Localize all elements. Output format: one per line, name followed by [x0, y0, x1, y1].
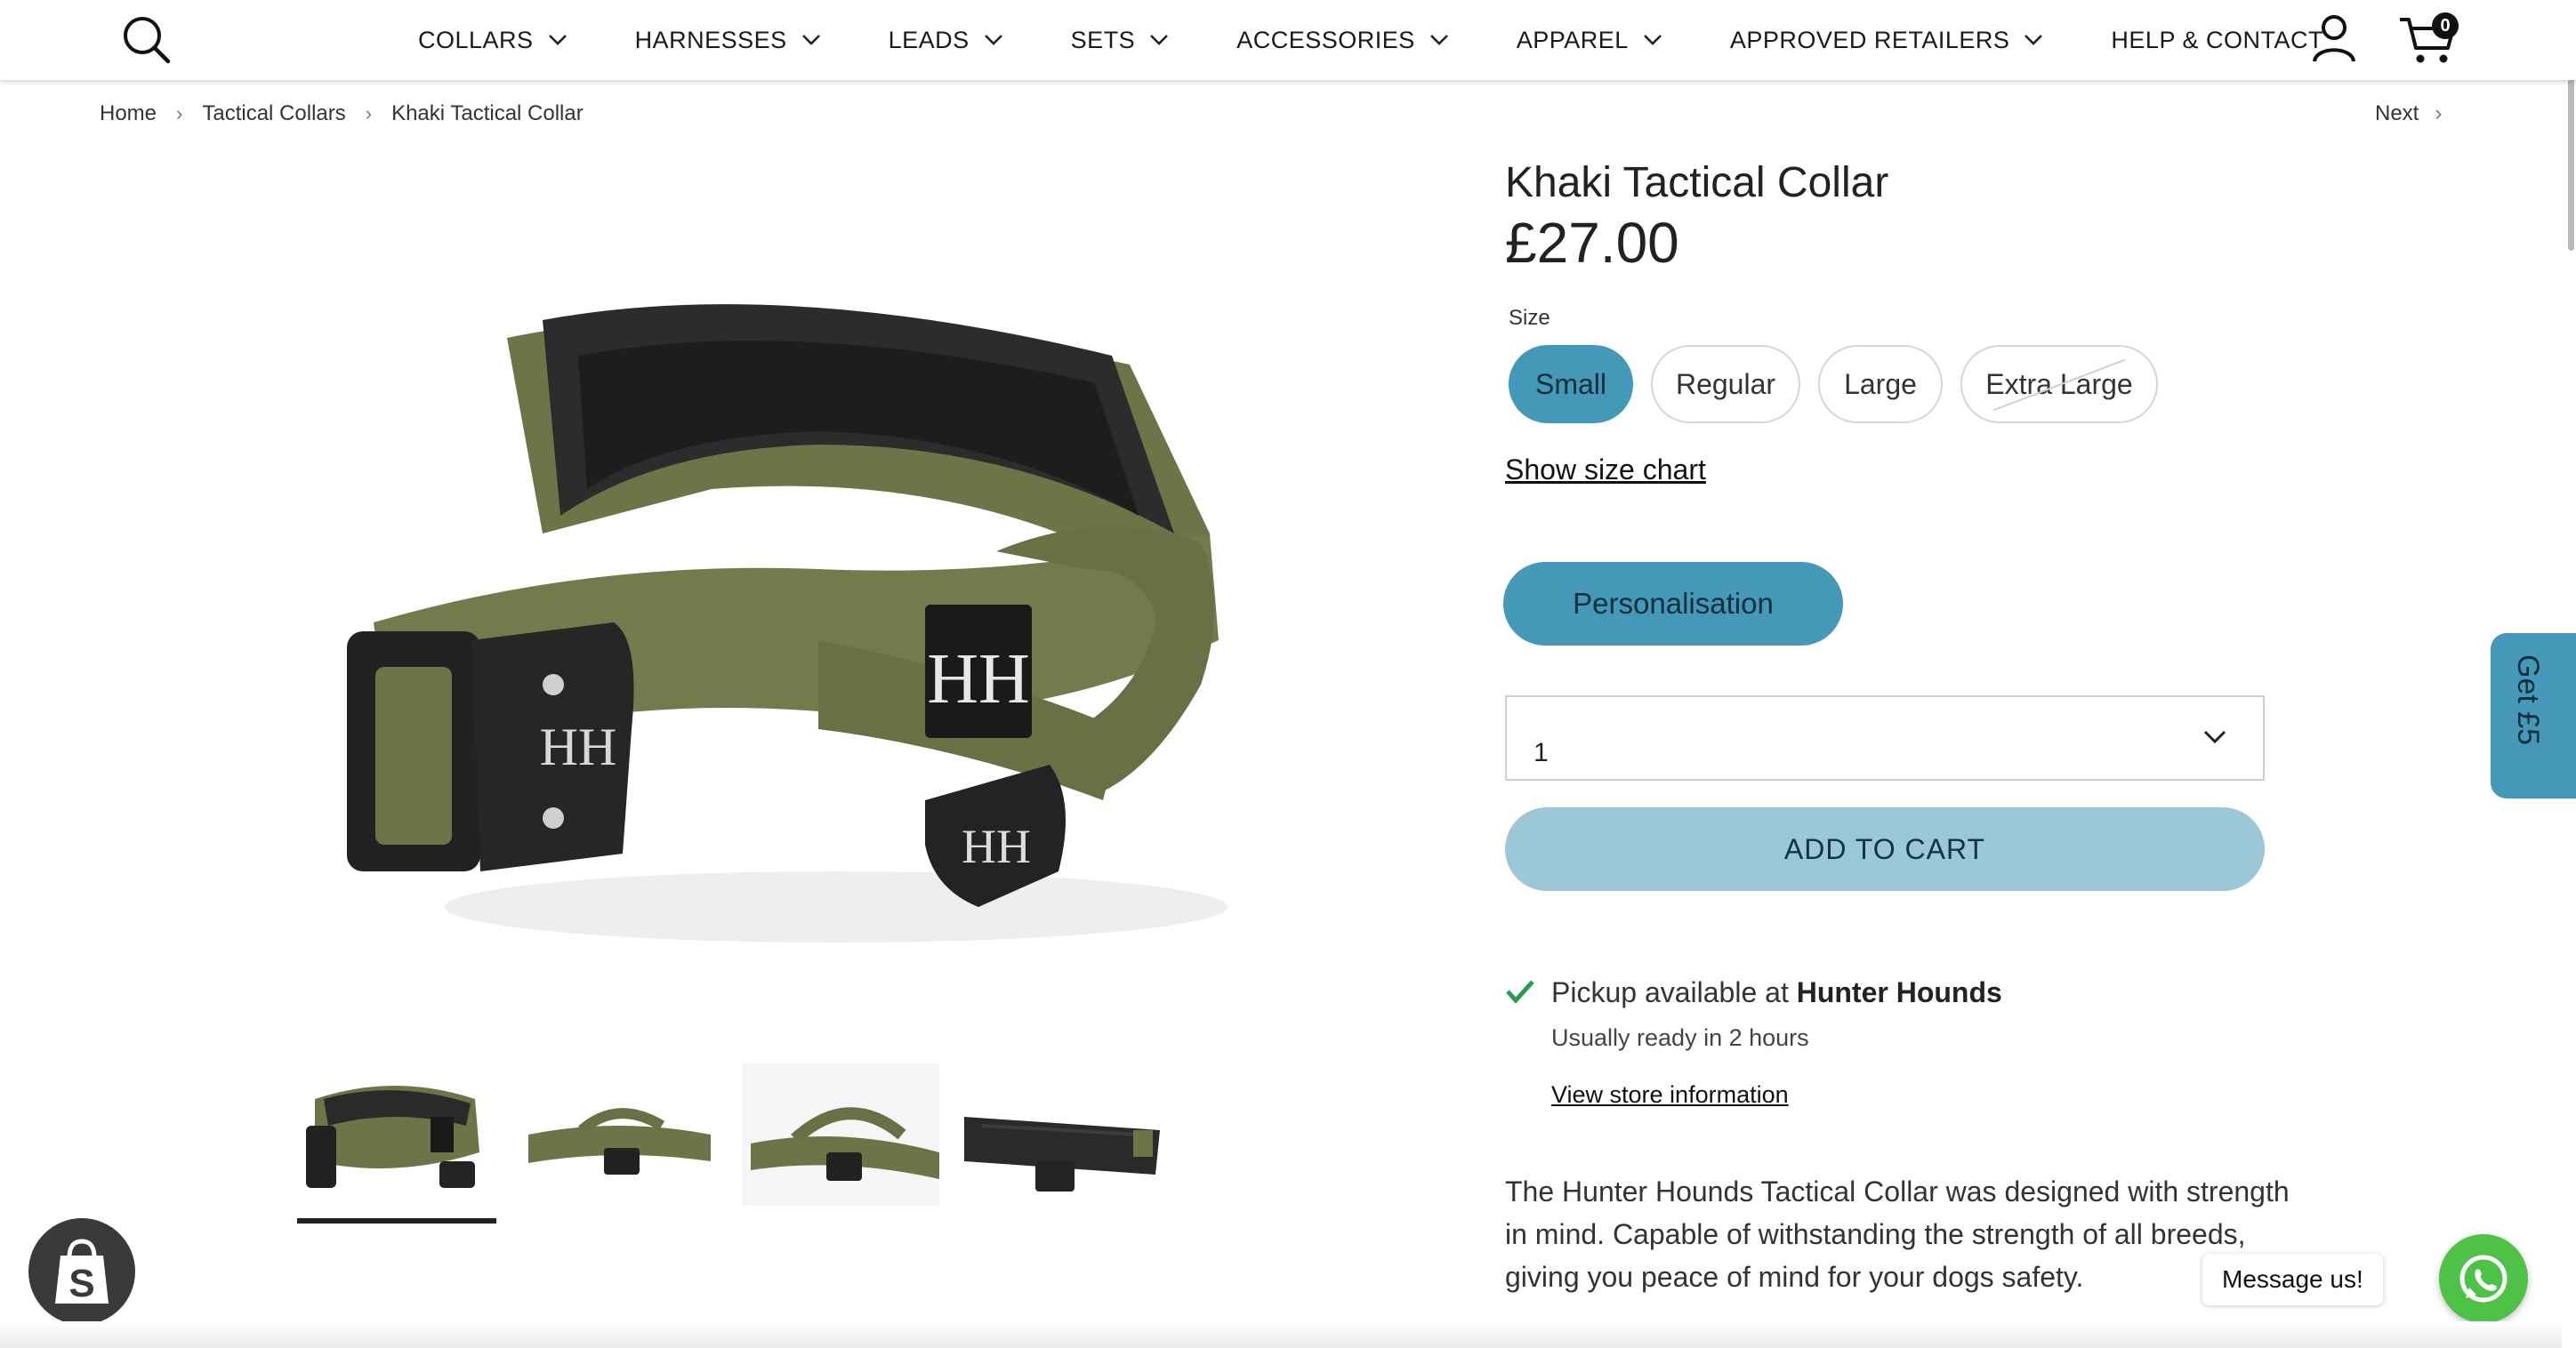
site-header: COLLARS HARNESSES LEADS SETS ACCESSORIES… [0, 0, 2576, 80]
nav-harnesses[interactable]: HARNESSES [635, 27, 821, 54]
nav-accessories[interactable]: ACCESSORIES [1236, 27, 1449, 54]
pickup-prefix: Pickup available at [1551, 976, 1797, 1008]
chevron-right-icon: › [176, 102, 183, 124]
breadcrumb-current: Khaki Tactical Collar [391, 101, 584, 125]
message-us-bubble[interactable]: Message us! [2202, 1254, 2383, 1305]
chevron-right-icon: › [365, 102, 373, 124]
breadcrumb-home[interactable]: Home [100, 101, 157, 126]
size-option-small[interactable]: Small [1509, 345, 1633, 423]
patch-logo: HH [927, 640, 1030, 718]
whatsapp-icon[interactable] [2439, 1234, 2528, 1323]
nav-help-contact[interactable]: HELP & CONTACT [2111, 27, 2323, 54]
thumbnail-4[interactable] [964, 1063, 1162, 1206]
personalisation-button[interactable]: Personalisation [1503, 562, 1843, 646]
svg-text:S: S [68, 1262, 94, 1305]
thumbnail-strip [297, 1063, 1187, 1224]
nav-label: APPROVED RETAILERS [1729, 26, 2010, 53]
size-chart-link[interactable]: Show size chart [1505, 453, 1706, 486]
lower-buckle-logo: HH [962, 820, 1031, 873]
quantity-value: 1 [1534, 738, 1549, 767]
size-option-extra-large[interactable]: Extra Large [1960, 345, 2158, 423]
thumbnail-1[interactable] [297, 1063, 496, 1224]
nav-label: APPAREL [1516, 26, 1629, 53]
get-five-pound-tab[interactable]: Get £5 [2491, 633, 2576, 798]
nav-collars[interactable]: COLLARS [418, 27, 568, 54]
pickup-ready-time: Usually ready in 2 hours [1551, 1024, 1809, 1051]
next-label: Next [2375, 101, 2419, 125]
nav-approved-retailers[interactable]: APPROVED RETAILERS [1730, 27, 2044, 54]
chevron-down-icon [548, 35, 567, 45]
breadcrumb: Home › Tactical Collars › Khaki Tactical… [100, 101, 584, 126]
nav-label: ACCESSORIES [1236, 26, 1415, 53]
breadcrumb-tactical-collars[interactable]: Tactical Collars [202, 101, 345, 126]
view-store-info-link[interactable]: View store information [1551, 1081, 1789, 1109]
main-nav: COLLARS HARNESSES LEADS SETS ACCESSORIES… [418, 0, 2323, 80]
chevron-down-icon [2203, 730, 2226, 744]
nav-label: LEADS [888, 26, 970, 53]
product-title: Khaki Tactical Collar [1505, 159, 1889, 206]
size-options: Small Regular Large Extra Large [1509, 345, 2176, 423]
chevron-right-icon: › [2435, 101, 2443, 125]
quantity-select[interactable]: 1 [1505, 695, 2265, 781]
pickup-availability: Pickup available at Hunter Hounds [1551, 976, 2002, 1009]
add-to-cart-button[interactable]: ADD TO CART [1505, 807, 2265, 891]
nav-apparel[interactable]: APPAREL [1517, 27, 1662, 54]
chevron-down-icon [984, 35, 1002, 45]
product-main-image[interactable]: HH HH HH [320, 267, 1388, 1031]
cart-count-badge: 0 [2432, 12, 2459, 39]
chevron-down-icon [1643, 35, 1662, 45]
nav-label: COLLARS [418, 26, 534, 53]
nav-label: HARNESSES [634, 26, 787, 53]
account-icon[interactable] [2311, 12, 2357, 64]
nav-leads[interactable]: LEADS [889, 27, 1003, 54]
thumbnail-3[interactable] [742, 1063, 939, 1206]
chevron-down-icon [1150, 35, 1169, 45]
size-option-large[interactable]: Large [1818, 345, 1943, 423]
nav-sets[interactable]: SETS [1071, 27, 1170, 54]
thumbnail-2[interactable] [519, 1063, 717, 1206]
chevron-down-icon [1429, 35, 1448, 45]
bottom-edge [0, 1321, 2562, 1348]
product-description: The Hunter Hounds Tactical Collar was de… [1505, 1175, 2290, 1293]
product-price: £27.00 [1505, 211, 1679, 275]
size-label: Size [1509, 306, 1550, 330]
nav-label: HELP & CONTACT [2111, 26, 2323, 53]
pickup-location: Hunter Hounds [1796, 976, 2002, 1008]
checkmark-icon [1505, 978, 1535, 1009]
next-product-link[interactable]: Next › [2375, 101, 2442, 126]
chevron-down-icon [801, 35, 820, 45]
size-option-regular[interactable]: Regular [1651, 345, 1800, 423]
buckle-logo: HH [540, 718, 617, 776]
chevron-down-icon [2025, 35, 2043, 45]
nav-label: SETS [1070, 26, 1136, 53]
search-icon[interactable] [121, 14, 173, 66]
shopify-bag-icon[interactable]: S [28, 1218, 135, 1325]
side-tab-label: Get £5 [2511, 654, 2545, 746]
